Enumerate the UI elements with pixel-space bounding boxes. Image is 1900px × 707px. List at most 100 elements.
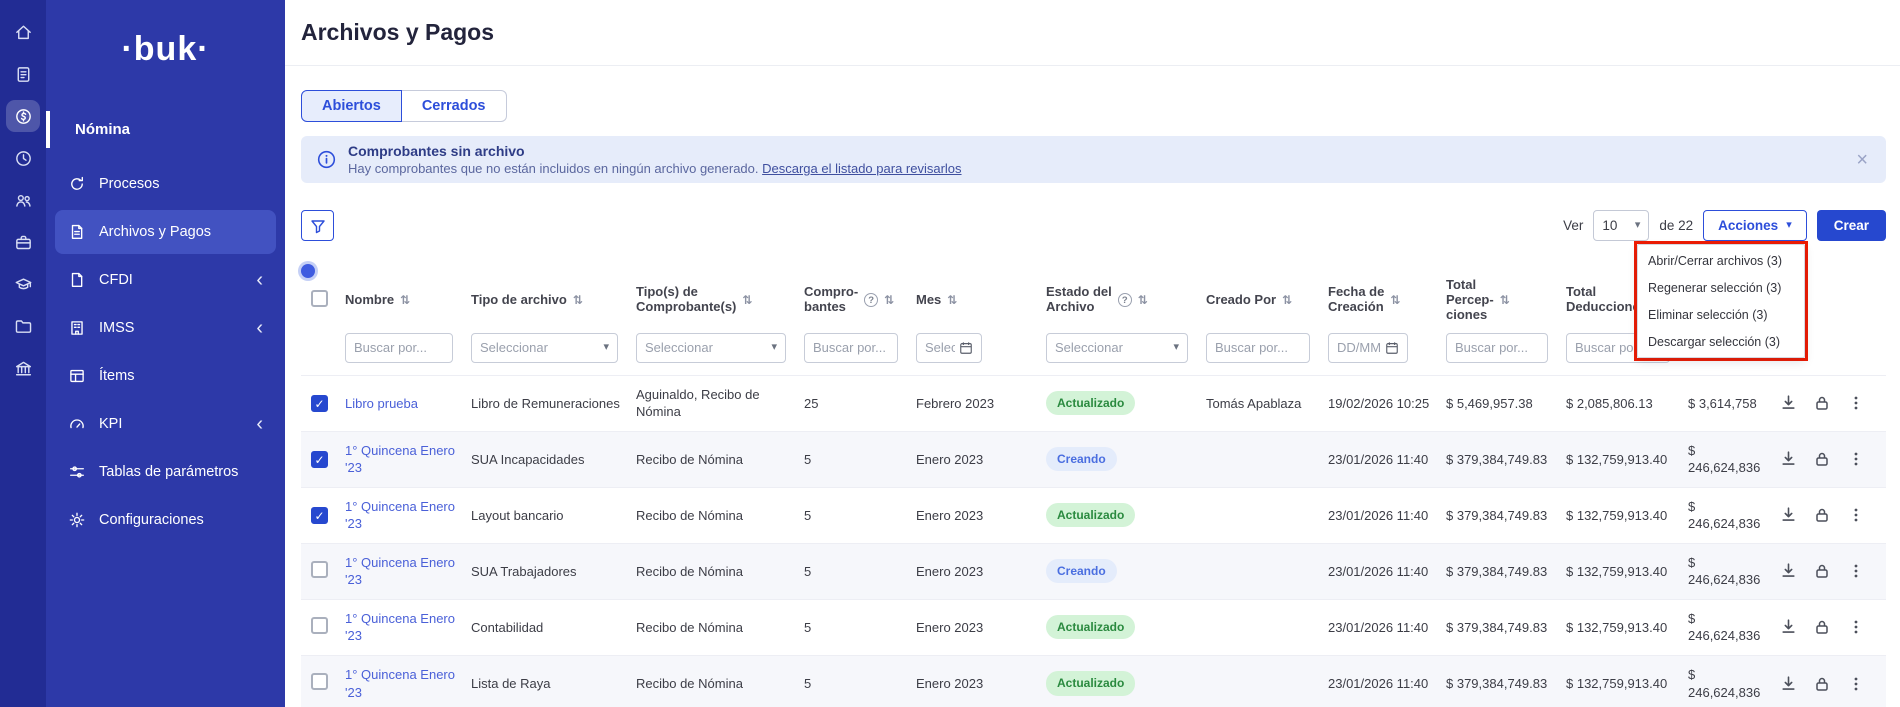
kebab-icon[interactable] [1844, 559, 1868, 583]
filter-select-tipo-archivo[interactable]: Seleccionar▾ [471, 333, 618, 363]
tab-abiertos[interactable]: Abiertos [301, 90, 402, 122]
download-icon[interactable] [1776, 615, 1800, 639]
lock-icon[interactable] [1810, 615, 1834, 639]
actions-button[interactable]: Acciones ▾ [1703, 210, 1807, 241]
select-all-checkbox[interactable] [311, 290, 328, 307]
filter-input-total-percepciones[interactable] [1446, 333, 1548, 363]
column-header-nombre[interactable]: Nombre⇅ [335, 272, 461, 329]
column-header-tipos-comprobante[interactable]: Tipo(s) de Comprobante(s)⇅ [626, 272, 794, 329]
lock-icon[interactable] [1810, 672, 1834, 696]
sidebar-item-archivos-y-pagos[interactable]: Archivos y Pagos [55, 210, 276, 254]
row-checkbox[interactable] [311, 617, 328, 634]
sort-icon[interactable]: ⇅ [742, 293, 752, 307]
download-icon[interactable] [1776, 447, 1800, 471]
coin-icon[interactable] [6, 100, 40, 132]
row-checkbox[interactable]: ✓ [311, 507, 328, 524]
create-button[interactable]: Crear [1817, 210, 1886, 241]
kebab-icon[interactable] [1844, 447, 1868, 471]
kebab-icon[interactable] [1844, 503, 1868, 527]
help-icon[interactable]: ? [864, 293, 878, 307]
file-name-link[interactable]: 1° Quincena Enero '23 [345, 611, 455, 644]
filter-date-value: Seleccionar [925, 340, 955, 355]
kebab-icon[interactable] [1844, 672, 1868, 696]
download-icon[interactable] [1776, 559, 1800, 583]
lock-icon[interactable] [1810, 391, 1834, 415]
sidebar-item-configuraciones[interactable]: Configuraciones [55, 498, 276, 542]
column-header-creado-por[interactable]: Creado Por⇅ [1196, 272, 1318, 329]
sort-icon[interactable]: ⇅ [884, 293, 894, 307]
column-header-comprobantes[interactable]: Compro- bantes?⇅ [794, 272, 906, 329]
filter-date-mes[interactable]: Seleccionar [916, 333, 982, 363]
row-checkbox[interactable]: ✓ [311, 395, 328, 412]
filter-input-nombre[interactable] [345, 333, 453, 363]
column-header-tipo-archivo[interactable]: Tipo de archivo⇅ [461, 272, 626, 329]
row-checkbox[interactable]: ✓ [311, 451, 328, 468]
page-size-select[interactable]: 10 ▾ [1593, 210, 1649, 241]
sidebar-item-kpi[interactable]: KPI ‹ [55, 402, 276, 446]
sidebar-item-label: KPI [99, 416, 122, 432]
row-checkbox[interactable] [311, 673, 328, 690]
sidebar-item-cfdi[interactable]: CFDI‹ [55, 258, 276, 302]
briefcase-icon[interactable] [6, 226, 40, 258]
filter-date-fecha-creacion[interactable]: DD/MM/AAAA [1328, 333, 1408, 363]
column-header-mes[interactable]: Mes⇅ [906, 272, 1036, 329]
file-name-link[interactable]: Libro prueba [345, 396, 418, 411]
kebab-icon[interactable] [1844, 391, 1868, 415]
table-row: ✓1° Quincena Enero '23SUA IncapacidadesR… [301, 431, 1886, 487]
lock-icon[interactable] [1810, 559, 1834, 583]
row-actions [1766, 655, 1886, 707]
graduation-cap-icon[interactable] [6, 268, 40, 300]
file-name-link[interactable]: 1° Quincena Enero '23 [345, 555, 455, 588]
filter-button[interactable] [301, 210, 334, 241]
sort-icon[interactable]: ⇅ [1138, 293, 1148, 307]
sidebar-item-imss[interactable]: IMSS‹ [55, 306, 276, 350]
sort-icon[interactable]: ⇅ [400, 293, 410, 307]
sidebar-item-tablas-de-parametros[interactable]: Tablas de parámetros [55, 450, 276, 494]
chevron-down-icon: ▾ [1635, 220, 1641, 231]
chevron-left-icon[interactable]: ‹ [256, 318, 263, 338]
folder-icon[interactable] [6, 310, 40, 342]
lock-icon[interactable] [1810, 447, 1834, 471]
download-icon[interactable] [1776, 391, 1800, 415]
actions-menu-item[interactable]: Regenerar selección (3) [1638, 274, 1804, 301]
tab-cerrados[interactable]: Cerrados [402, 90, 507, 122]
filter-input-comprobantes[interactable] [804, 333, 898, 363]
lock-icon[interactable] [1810, 503, 1834, 527]
sort-icon[interactable]: ⇅ [1500, 293, 1510, 307]
clipboard-icon[interactable] [6, 58, 40, 90]
actions-menu-item[interactable]: Descargar selección (3) [1638, 328, 1804, 355]
download-icon[interactable] [1776, 503, 1800, 527]
column-header-total-percepciones[interactable]: Total Percep- ciones⇅ [1436, 272, 1556, 329]
clock-icon[interactable] [6, 142, 40, 174]
column-header-estado-archivo[interactable]: Estado del Archivo?⇅ [1036, 272, 1196, 329]
checkbox-cell: ✓ [301, 431, 335, 487]
filter-select-estado-archivo[interactable]: Seleccionar▾ [1046, 333, 1188, 363]
help-icon[interactable]: ? [1118, 293, 1132, 307]
filter-input-creado-por[interactable] [1206, 333, 1310, 363]
banner-download-link[interactable]: Descarga el listado para revisarlos [762, 161, 961, 176]
sort-icon[interactable]: ⇅ [947, 293, 957, 307]
filter-select-value: Seleccionar [480, 340, 548, 355]
bank-icon[interactable] [6, 352, 40, 384]
column-header-fecha-creacion[interactable]: Fecha de Creación⇅ [1318, 272, 1436, 329]
file-name-link[interactable]: 1° Quincena Enero '23 [345, 499, 455, 532]
chevron-left-icon[interactable]: ‹ [256, 270, 263, 290]
download-icon[interactable] [1776, 671, 1800, 695]
sidebar-item-items[interactable]: Ítems [55, 354, 276, 398]
people-icon[interactable] [6, 184, 40, 216]
close-icon[interactable]: × [1856, 150, 1868, 170]
sidebar-item-procesos[interactable]: Procesos [55, 162, 276, 206]
sort-icon[interactable]: ⇅ [573, 293, 583, 307]
sort-icon[interactable]: ⇅ [1390, 293, 1400, 307]
kebab-icon[interactable] [1844, 615, 1868, 639]
estado-cell: Actualizado [1036, 599, 1196, 655]
actions-menu-item[interactable]: Eliminar selección (3) [1638, 301, 1804, 328]
actions-menu-item[interactable]: Abrir/Cerrar archivos (3) [1638, 247, 1804, 274]
row-checkbox[interactable] [311, 561, 328, 578]
file-name-link[interactable]: 1° Quincena Enero '23 [345, 443, 455, 476]
sort-icon[interactable]: ⇅ [1282, 293, 1292, 307]
home-icon[interactable] [6, 16, 40, 48]
file-name-link[interactable]: 1° Quincena Enero '23 [345, 667, 455, 700]
chevron-left-icon[interactable]: ‹ [256, 414, 263, 434]
filter-select-tipos-comprobante[interactable]: Seleccionar▾ [636, 333, 786, 363]
